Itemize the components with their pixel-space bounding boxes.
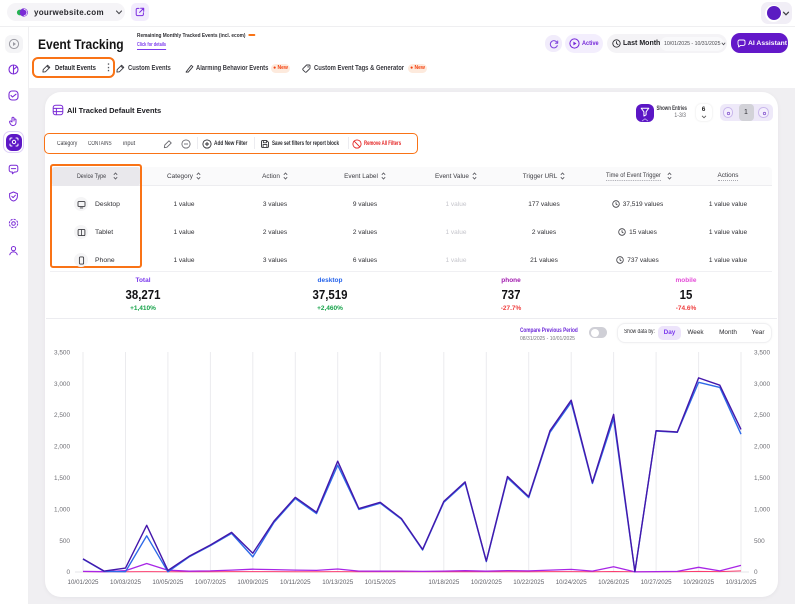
svg-text:1,000: 1,000	[754, 506, 770, 513]
svg-text:10/13/2025: 10/13/2025	[322, 579, 354, 586]
svg-text:0: 0	[66, 569, 70, 576]
svg-text:10/29/2025: 10/29/2025	[683, 579, 715, 586]
svg-text:10/20/2025: 10/20/2025	[471, 579, 503, 586]
svg-text:10/15/2025: 10/15/2025	[365, 579, 397, 586]
svg-text:2,500: 2,500	[754, 412, 770, 419]
svg-text:10/05/2025: 10/05/2025	[152, 579, 184, 586]
svg-text:3,000: 3,000	[754, 381, 770, 388]
svg-text:500: 500	[59, 538, 70, 545]
svg-text:10/03/2025: 10/03/2025	[110, 579, 142, 586]
svg-text:2,000: 2,000	[754, 444, 770, 451]
svg-text:10/18/2025: 10/18/2025	[428, 579, 460, 586]
svg-text:2,500: 2,500	[54, 412, 70, 419]
svg-text:1,000: 1,000	[54, 506, 70, 513]
svg-text:1,500: 1,500	[754, 475, 770, 482]
svg-text:10/09/2025: 10/09/2025	[237, 579, 269, 586]
svg-text:0: 0	[754, 569, 758, 576]
svg-text:1,500: 1,500	[54, 475, 70, 482]
svg-text:10/24/2025: 10/24/2025	[556, 579, 588, 586]
svg-text:10/01/2025: 10/01/2025	[68, 579, 100, 586]
svg-text:10/31/2025: 10/31/2025	[726, 579, 758, 586]
svg-text:10/11/2025: 10/11/2025	[280, 579, 311, 586]
svg-text:500: 500	[754, 538, 765, 545]
svg-text:3,000: 3,000	[54, 381, 70, 388]
svg-text:3,500: 3,500	[54, 349, 70, 356]
svg-text:2,000: 2,000	[54, 444, 70, 451]
svg-text:10/26/2025: 10/26/2025	[598, 579, 630, 586]
svg-text:10/07/2025: 10/07/2025	[195, 579, 227, 586]
svg-text:10/22/2025: 10/22/2025	[513, 579, 545, 586]
svg-text:3,500: 3,500	[754, 349, 770, 356]
svg-text:10/27/2025: 10/27/2025	[641, 579, 673, 586]
